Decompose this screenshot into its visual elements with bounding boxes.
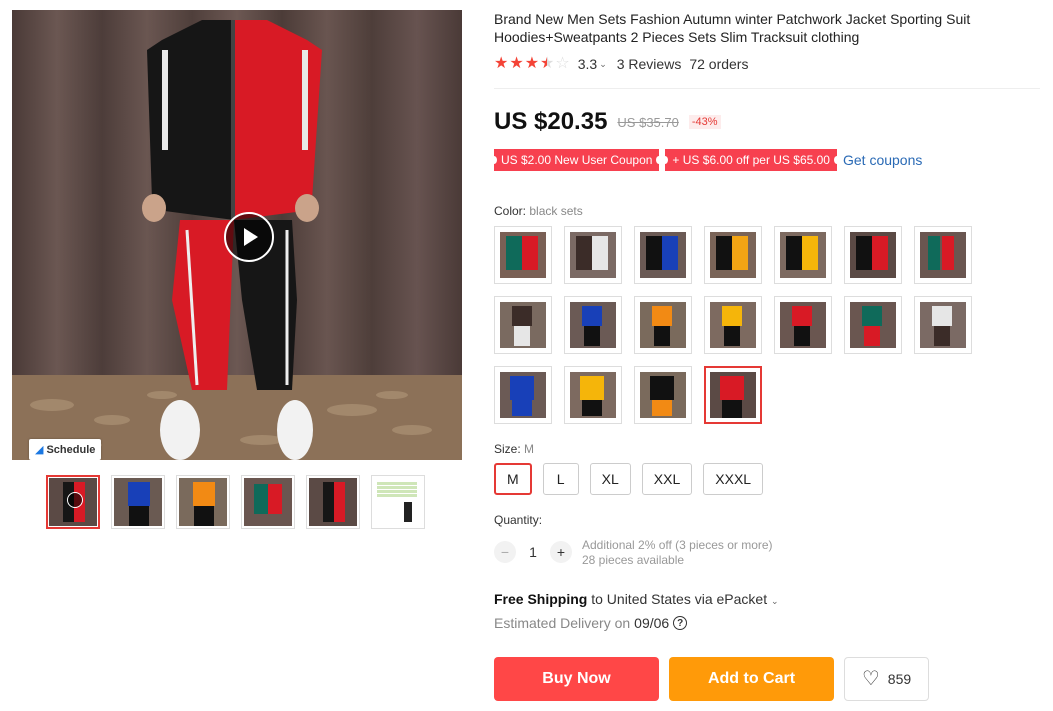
delivery-label: Estimated Delivery on <box>494 615 631 631</box>
size-option-m[interactable]: M <box>494 463 532 495</box>
orders-count: 72 orders <box>689 56 749 72</box>
color-swatch[interactable] <box>914 226 972 284</box>
discount-badge: -43% <box>688 115 721 129</box>
thumbnail[interactable] <box>46 475 100 529</box>
purchase-actions: Buy Now Add to Cart ♡ 859 <box>494 657 929 701</box>
color-swatch[interactable] <box>704 226 762 284</box>
original-price: US $35.70 <box>617 114 679 130</box>
size-label-text: Size: <box>494 442 521 456</box>
color-swatches <box>494 226 984 424</box>
quantity-label: Quantity: <box>494 513 543 527</box>
color-swatch[interactable] <box>634 226 692 284</box>
coupon-row: US $2.00 New User Coupon + US $6.00 off … <box>490 149 922 171</box>
size-option-xxl[interactable]: XXL <box>641 463 693 495</box>
size-label: Size: M <box>494 442 534 456</box>
delivery-date: 09/06 <box>634 615 670 631</box>
schedule-icon: ◢ <box>35 444 44 456</box>
help-icon[interactable]: ? <box>673 616 688 630</box>
get-coupons-link[interactable]: Get coupons <box>843 152 922 168</box>
color-swatch[interactable] <box>844 226 902 284</box>
price-row: US $20.35 US $35.70 -43% <box>494 108 721 136</box>
coupon-store[interactable]: + US $6.00 off per US $65.00 <box>662 149 840 171</box>
buy-now-button[interactable]: Buy Now <box>494 657 659 701</box>
color-swatch[interactable] <box>494 366 552 424</box>
size-options: M L XL XXL XXXL <box>494 463 764 495</box>
selected-size: M <box>524 442 535 456</box>
color-swatch[interactable] <box>494 226 552 284</box>
color-swatch[interactable] <box>704 296 762 354</box>
product-title: Brand New Men Sets Fashion Autumn winter… <box>494 11 971 45</box>
thumbnail[interactable] <box>111 475 165 529</box>
color-swatch[interactable] <box>564 226 622 284</box>
schedule-label: Schedule <box>46 443 96 456</box>
color-swatch[interactable] <box>634 366 692 424</box>
quantity-increase-button[interactable]: + <box>550 541 572 563</box>
coupon-new-user[interactable]: US $2.00 New User Coupon <box>490 149 663 171</box>
thumbnail[interactable] <box>176 475 230 529</box>
current-price: US $20.35 <box>494 108 608 135</box>
color-swatch[interactable] <box>774 226 832 284</box>
star-empty-icon: ☆ <box>555 55 570 72</box>
thumbnail[interactable] <box>241 475 295 529</box>
quantity-decrease-button[interactable]: − <box>494 541 516 563</box>
divider <box>494 88 1040 89</box>
play-icon <box>67 492 83 508</box>
quantity-stepper: − 1 + <box>494 541 572 563</box>
thumbnail[interactable] <box>306 475 360 529</box>
shipping-destination: to United States via ePacket <box>587 591 768 607</box>
add-to-cart-button[interactable]: Add to Cart <box>669 657 834 701</box>
quantity-input[interactable]: 1 <box>516 544 550 560</box>
color-swatch[interactable] <box>634 296 692 354</box>
chevron-down-icon[interactable]: ⌄ <box>771 596 779 606</box>
rating-score[interactable]: 3.3 <box>578 56 597 72</box>
schedule-badge[interactable]: ◢ Schedule <box>29 439 102 460</box>
wishlist-count: 859 <box>887 671 912 687</box>
selected-color: black sets <box>529 204 583 218</box>
quantity-note: Additional 2% off (3 pieces or more) 28 … <box>582 538 773 568</box>
reviews-link[interactable]: 3 Reviews <box>617 56 682 72</box>
color-swatch[interactable] <box>494 296 552 354</box>
color-label-text: Color: <box>494 204 527 218</box>
thumbnail-strip <box>46 475 425 529</box>
color-swatch[interactable] <box>564 296 622 354</box>
bulk-discount-note: Additional 2% off (3 pieces or more) <box>582 538 773 552</box>
chevron-down-icon[interactable]: ⌄ <box>599 59 607 70</box>
color-swatch[interactable] <box>774 296 832 354</box>
shipping-info[interactable]: Free Shipping to United States via ePack… <box>494 591 779 607</box>
heart-icon: ♡ <box>861 668 880 690</box>
rating-row: ★ ★ ★ ★ ☆ 3.3 ⌄ 3 Reviews 72 orders <box>494 56 749 73</box>
star-icon: ★ <box>524 55 540 72</box>
color-swatch-selected[interactable] <box>704 366 762 424</box>
free-shipping-label: Free Shipping <box>494 591 588 607</box>
play-video-button[interactable] <box>224 212 274 262</box>
size-option-xxxl[interactable]: XXXL <box>703 463 764 495</box>
thumbnail-size-chart[interactable] <box>371 475 425 529</box>
star-half-icon: ★ <box>540 55 555 72</box>
star-icon: ★ <box>509 55 524 72</box>
play-icon <box>244 228 258 246</box>
size-option-xl[interactable]: XL <box>589 463 631 495</box>
size-option-l[interactable]: L <box>542 463 579 495</box>
rating-stars: ★ ★ ★ ★ ☆ <box>494 56 570 72</box>
main-product-image[interactable]: ◢ Schedule <box>12 10 462 460</box>
star-icon: ★ <box>494 55 509 72</box>
color-swatch[interactable] <box>844 296 902 354</box>
color-swatch[interactable] <box>914 296 972 354</box>
wishlist-button[interactable]: ♡ 859 <box>844 657 929 701</box>
delivery-estimate: Estimated Delivery on 09/06 ? <box>494 615 688 631</box>
stock-available: 28 pieces available <box>582 553 685 567</box>
color-label: Color: black sets <box>494 204 583 218</box>
color-swatch[interactable] <box>564 366 622 424</box>
